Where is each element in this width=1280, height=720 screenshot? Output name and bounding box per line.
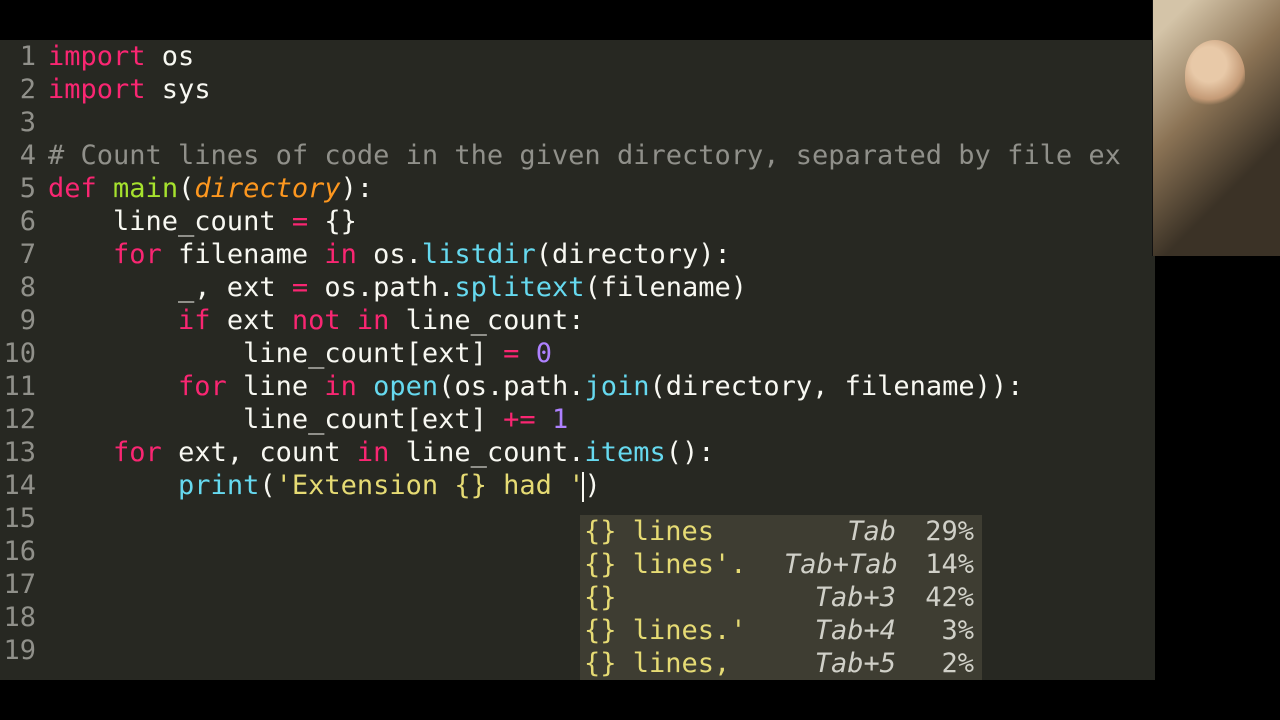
line-number: 13 bbox=[0, 436, 42, 469]
line-number: 1 bbox=[0, 40, 42, 73]
autocomplete-popup[interactable]: {} linesTab29%{} lines'.Tab+Tab14%{}Tab+… bbox=[580, 515, 982, 680]
completion-text: {} lines'. bbox=[584, 548, 784, 581]
autocomplete-item[interactable]: {} lines,Tab+52% bbox=[584, 647, 974, 680]
line-number: 9 bbox=[0, 304, 42, 337]
line-number: 14 bbox=[0, 469, 42, 502]
line-number: 6 bbox=[0, 205, 42, 238]
webcam-overlay bbox=[1152, 0, 1280, 256]
line-number: 18 bbox=[0, 601, 42, 634]
code-line[interactable]: import sys bbox=[48, 73, 1121, 106]
completion-probability: 29% bbox=[914, 515, 974, 548]
autocomplete-item[interactable]: {}Tab+342% bbox=[584, 581, 974, 614]
completion-keybinding: Tab bbox=[784, 515, 914, 548]
line-number: 2 bbox=[0, 73, 42, 106]
line-number: 8 bbox=[0, 271, 42, 304]
code-line[interactable]: import os bbox=[48, 40, 1121, 73]
line-number: 5 bbox=[0, 172, 42, 205]
completion-probability: 14% bbox=[914, 548, 974, 581]
code-line[interactable]: _, ext = os.path.splitext(filename) bbox=[48, 271, 1121, 304]
completion-keybinding: Tab+Tab bbox=[784, 548, 914, 581]
code-line[interactable]: for ext, count in line_count.items(): bbox=[48, 436, 1121, 469]
text-cursor bbox=[582, 472, 584, 502]
code-line[interactable]: line_count[ext] += 1 bbox=[48, 403, 1121, 436]
completion-text: {} bbox=[584, 581, 784, 614]
line-number: 11 bbox=[0, 370, 42, 403]
code-line[interactable]: print('Extension {} had ') bbox=[48, 469, 1121, 502]
completion-keybinding: Tab+5 bbox=[784, 647, 914, 680]
line-number-gutter: 12345678910111213141516171819 bbox=[0, 40, 42, 667]
line-number: 15 bbox=[0, 502, 42, 535]
completion-text: {} lines.' bbox=[584, 614, 784, 647]
code-line[interactable]: def main(directory): bbox=[48, 172, 1121, 205]
code-line[interactable]: if ext not in line_count: bbox=[48, 304, 1121, 337]
completion-keybinding: Tab+4 bbox=[784, 614, 914, 647]
line-number: 16 bbox=[0, 535, 42, 568]
line-number: 17 bbox=[0, 568, 42, 601]
autocomplete-item[interactable]: {} lines'.Tab+Tab14% bbox=[584, 548, 974, 581]
line-number: 4 bbox=[0, 139, 42, 172]
code-line[interactable]: line_count[ext] = 0 bbox=[48, 337, 1121, 370]
completion-probability: 42% bbox=[914, 581, 974, 614]
line-number: 7 bbox=[0, 238, 42, 271]
completion-keybinding: Tab+3 bbox=[784, 581, 914, 614]
completion-text: {} lines bbox=[584, 515, 784, 548]
code-line[interactable]: line_count = {} bbox=[48, 205, 1121, 238]
completion-probability: 2% bbox=[914, 647, 974, 680]
code-line[interactable]: # Count lines of code in the given direc… bbox=[48, 139, 1121, 172]
code-editor[interactable]: 12345678910111213141516171819 import osi… bbox=[0, 40, 1155, 680]
line-number: 19 bbox=[0, 634, 42, 667]
code-line[interactable]: for filename in os.listdir(directory): bbox=[48, 238, 1121, 271]
completion-text: {} lines, bbox=[584, 647, 784, 680]
line-number: 10 bbox=[0, 337, 42, 370]
autocomplete-item[interactable]: {} lines.'Tab+43% bbox=[584, 614, 974, 647]
code-line[interactable] bbox=[48, 106, 1121, 139]
code-line[interactable]: for line in open(os.path.join(directory,… bbox=[48, 370, 1121, 403]
autocomplete-item[interactable]: {} linesTab29% bbox=[584, 515, 974, 548]
completion-probability: 3% bbox=[914, 614, 974, 647]
line-number: 12 bbox=[0, 403, 42, 436]
line-number: 3 bbox=[0, 106, 42, 139]
